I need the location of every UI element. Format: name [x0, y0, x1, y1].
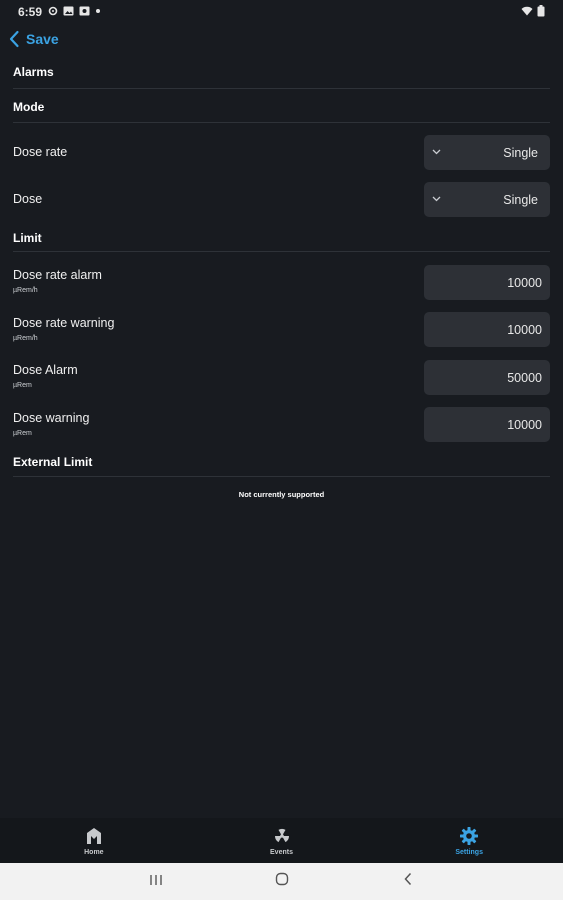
photo-notification-icon: [79, 6, 90, 19]
dose-mode-value: Single: [503, 192, 538, 207]
section-title-external-limit: External Limit: [13, 455, 93, 469]
gear-notification-icon: [48, 6, 58, 19]
section-title-mode: Mode: [13, 100, 45, 114]
nav-settings[interactable]: Settings: [375, 818, 563, 863]
radiation-icon: [272, 826, 292, 846]
dose-alarm-input[interactable]: 50000: [424, 360, 550, 395]
divider: [13, 251, 550, 252]
dose-warning-label: Dose warning: [13, 411, 90, 425]
divider: [13, 88, 550, 89]
section-title-alarms: Alarms: [13, 65, 54, 79]
nav-events[interactable]: Events: [188, 818, 376, 863]
dose-rate-warning-unit: µRem/h: [13, 335, 38, 342]
wifi-icon: [521, 5, 533, 19]
dot-icon: [95, 7, 101, 17]
dose-mode-label: Dose: [13, 192, 43, 206]
dose-rate-alarm-unit: µRem/h: [13, 287, 38, 294]
home-circle-icon: [275, 872, 289, 891]
back-save-button[interactable]: Save: [8, 28, 59, 50]
recents-icon: [149, 873, 163, 891]
chevron-left-icon: [8, 30, 22, 48]
battery-icon: [537, 4, 545, 20]
gear-icon: [459, 826, 479, 846]
image-notification-icon: [63, 6, 74, 19]
recents-button[interactable]: [93, 873, 219, 891]
section-title-limit: Limit: [13, 231, 42, 245]
status-time: 6:59: [18, 5, 43, 19]
dose-rate-warning-label: Dose rate warning: [13, 316, 115, 330]
nav-events-label: Events: [270, 848, 293, 856]
home-button[interactable]: [219, 872, 345, 891]
back-button[interactable]: [345, 872, 471, 891]
back-chevron-icon: [403, 872, 413, 891]
dose-rate-alarm-label: Dose rate alarm: [13, 268, 102, 282]
status-right: [521, 4, 545, 20]
save-label: Save: [26, 31, 59, 47]
dose-alarm-unit: µRem: [13, 382, 32, 389]
dose-rate-warning-input[interactable]: 10000: [424, 312, 550, 347]
bottom-nav: Home Events Settings: [0, 818, 563, 863]
system-nav-bar: [0, 863, 563, 900]
home-icon: [84, 826, 104, 846]
nav-home[interactable]: Home: [0, 818, 188, 863]
dose-rate-mode-value: Single: [503, 145, 538, 160]
divider: [13, 122, 550, 123]
dose-mode-select[interactable]: Single: [424, 182, 550, 217]
dose-warning-unit: µRem: [13, 430, 32, 437]
dose-alarm-label: Dose Alarm: [13, 363, 78, 377]
not-supported-note: Not currently supported: [238, 490, 325, 499]
nav-settings-label: Settings: [455, 848, 483, 856]
status-bar: 6:59: [0, 0, 563, 24]
chevron-down-icon: [432, 147, 441, 158]
dose-warning-input[interactable]: 10000: [424, 407, 550, 442]
chevron-down-icon: [432, 194, 441, 205]
nav-home-label: Home: [84, 848, 104, 856]
divider: [13, 476, 550, 477]
dose-rate-mode-label: Dose rate: [13, 145, 68, 159]
dose-rate-mode-select[interactable]: Single: [424, 135, 550, 170]
notification-icons: [48, 6, 101, 19]
dose-rate-alarm-input[interactable]: 10000: [424, 265, 550, 300]
